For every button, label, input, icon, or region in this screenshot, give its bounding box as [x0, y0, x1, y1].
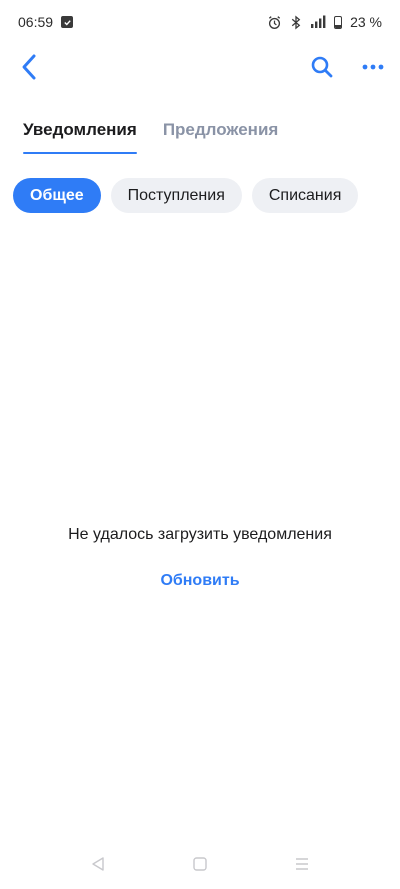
- signal-icon: [310, 15, 326, 29]
- refresh-button[interactable]: Обновить: [160, 572, 239, 590]
- tab-offers[interactable]: Предложения: [163, 110, 279, 156]
- battery-fill: [335, 24, 342, 28]
- back-triangle-icon[interactable]: [90, 856, 106, 872]
- search-icon[interactable]: [310, 55, 334, 79]
- filter-chips: Общее Поступления Списания: [13, 178, 393, 213]
- toolbar-actions: [310, 55, 384, 79]
- home-square-icon[interactable]: [192, 856, 208, 872]
- empty-state: Не удалось загрузить уведомления Обновит…: [0, 526, 400, 590]
- alarm-icon: [267, 15, 282, 30]
- system-navigation-bar: [0, 839, 400, 889]
- status-bar: 06:59 23 %: [0, 0, 400, 44]
- top-toolbar: [0, 44, 400, 90]
- filter-chip-incoming[interactable]: Поступления: [110, 178, 242, 213]
- notifications-screen: 06:59 23 % Уведомления Предложения Общее…: [0, 0, 400, 889]
- more-dots-icon[interactable]: [362, 63, 384, 71]
- tab-notifications[interactable]: Уведомления: [23, 110, 137, 156]
- status-time: 06:59: [18, 14, 54, 30]
- battery-icon: [334, 15, 343, 29]
- status-bar-right: 23 %: [267, 14, 382, 30]
- filter-chip-general[interactable]: Общее: [13, 178, 101, 213]
- status-bar-left: 06:59: [18, 14, 74, 30]
- error-message: Не удалось загрузить уведомления: [68, 526, 332, 543]
- bluetooth-icon: [290, 14, 302, 30]
- chevron-left-icon[interactable]: [18, 53, 42, 81]
- menu-lines-icon[interactable]: [294, 856, 310, 872]
- checkbox-notification-icon: [61, 16, 74, 28]
- tab-bar: Уведомления Предложения: [0, 110, 400, 156]
- battery-percent: 23 %: [350, 14, 382, 30]
- filter-chip-outgoing[interactable]: Списания: [251, 178, 359, 213]
